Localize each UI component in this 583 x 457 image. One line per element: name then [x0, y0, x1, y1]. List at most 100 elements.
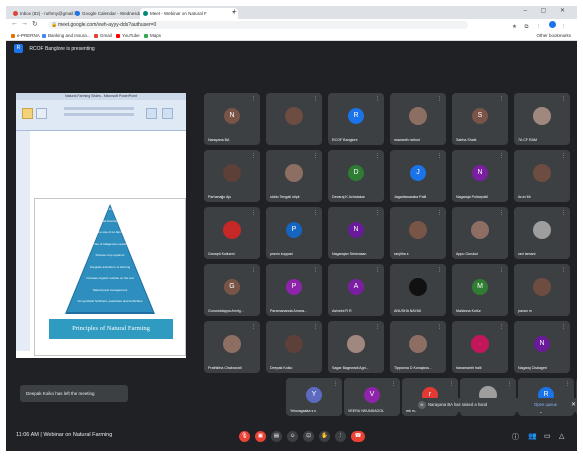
participant-tile[interactable]: ⋮ ravi lamani: [514, 207, 570, 259]
participant-tile[interactable]: ⋮ mawanth rathod: [390, 93, 446, 145]
participant-tile[interactable]: A ⋮ Ashwini R R: [328, 264, 384, 316]
youtube-icon: [116, 33, 120, 38]
participant-tile[interactable]: R ⋮ RCOF Banglore: [328, 93, 384, 145]
participant-tile[interactable]: ⋮ Ganapti Kulkarni: [204, 207, 260, 259]
participant-tile[interactable]: V ⋮ VEERU NKUNDAGOL: [344, 378, 400, 416]
close-icon[interactable]: ✕: [571, 398, 576, 412]
muted-mic-icon: ⋮: [313, 324, 318, 330]
browser-tab-gmail[interactable]: Inbox (82) - ruthmy@gmail.co ×: [10, 8, 80, 19]
people-icon[interactable]: 👥: [528, 432, 537, 440]
captions-icon[interactable]: ▤: [271, 431, 282, 442]
bookmark-banking[interactable]: Banking and Insura...: [42, 31, 91, 40]
participant-tile[interactable]: ⋮ Parhanajjo Aju: [204, 150, 260, 202]
participant-video: [471, 220, 489, 239]
participant-tile[interactable]: ⋮ Appu Gurukul: [452, 207, 508, 259]
browser-tab-meet[interactable]: Meet - Webinar on Natural F ×: [140, 8, 238, 19]
participant-video: [409, 277, 427, 296]
participant-avatar: M: [472, 278, 488, 295]
participant-tile[interactable]: P ⋮ Paramananda Amara...: [266, 264, 322, 316]
participant-avatar: N: [472, 164, 488, 181]
chat-icon[interactable]: ▭: [544, 432, 551, 440]
shapes-icon: [146, 108, 157, 119]
ppt-title-bar: Natural Farming Slides - Microsoft Power…: [16, 93, 186, 100]
window-controls[interactable]: – ▢ ✕: [524, 7, 571, 14]
muted-mic-icon: ⋮: [375, 96, 380, 102]
muted-mic-icon: ⋮: [251, 267, 256, 273]
bookmark-youtube[interactable]: YouTube: [116, 31, 140, 40]
new-tab-button[interactable]: +: [232, 7, 237, 16]
mic-off-icon[interactable]: 🎙: [239, 431, 250, 442]
pyramid-label: Microbial diversity is key: [93, 218, 127, 223]
reload-icon[interactable]: ↻: [32, 20, 38, 28]
gmail-icon: [94, 33, 98, 38]
participant-tile[interactable]: ⋮: [266, 93, 322, 145]
info-icon[interactable]: ⓘ: [512, 432, 519, 442]
new-slide-icon: [36, 108, 47, 119]
slide-title: Principles of Natural Farming: [49, 319, 173, 339]
participant-tile[interactable]: ⋮ ranjitha s: [390, 207, 446, 259]
emoji-icon[interactable]: ☺: [287, 431, 298, 442]
forward-icon[interactable]: →: [21, 20, 28, 27]
participant-tile[interactable]: ⋮ Sagar Bagewadi Agri...: [328, 321, 384, 373]
participant-tile[interactable]: N ⋮ Nagarajan Srinivasan: [328, 207, 384, 259]
participant-video: [285, 106, 303, 125]
participant-tile[interactable]: ⋮ hanamanth halli: [452, 321, 508, 373]
slides-pane: [16, 131, 30, 351]
bookmark-icon: [42, 33, 46, 38]
maps-icon: [144, 33, 148, 38]
participant-tile[interactable]: ⋮ Prathibha Chakravati: [204, 321, 260, 373]
participant-name: siddu Tengali otipk: [270, 195, 300, 199]
muted-mic-icon: ⋮: [251, 210, 256, 216]
participant-name: Devaraj K Achatakar: [332, 195, 365, 199]
muted-mic-icon: ⋮: [437, 210, 442, 216]
participant-name: Gurusiddappa Amrig...: [208, 309, 244, 313]
end-call-icon[interactable]: ☎: [351, 431, 365, 442]
participant-name: Parhanajjo Aju: [208, 195, 232, 199]
participant-tile[interactable]: ⋮ Deepak Koiko: [266, 321, 322, 373]
participant-tile[interactable]: G ⋮ Gurusiddappa Amrig...: [204, 264, 260, 316]
browser-tab-calendar[interactable]: Google Calendar - Wednesda ×: [72, 8, 148, 19]
profile-avatar[interactable]: [548, 21, 556, 28]
pyramid-label: Integrate animals in to farming: [89, 264, 131, 269]
open-queue-button[interactable]: Open queue: [534, 398, 557, 412]
muted-mic-icon: ⋮: [561, 210, 566, 216]
muted-mic-icon: ⋮: [565, 381, 570, 387]
participant-tile[interactable]: N ⋮ Narayana BA: [204, 93, 260, 145]
participant-tile[interactable]: S ⋮ Sabha Shaik: [452, 93, 508, 145]
raise-hand-icon[interactable]: ✋: [319, 431, 330, 442]
participant-tile[interactable]: P ⋮ pravin koppad: [266, 207, 322, 259]
participant-name: hanamanth halli: [456, 366, 482, 370]
participant-tile[interactable]: M ⋮ Mallanna Kollur: [452, 264, 508, 316]
participant-name: Nagarajan Srinivasan: [332, 252, 367, 256]
activities-icon[interactable]: △: [559, 432, 564, 440]
camera-off-icon[interactable]: ▣: [255, 431, 266, 442]
participant-tile[interactable]: D ⋮ Devaraj K Achatakar: [328, 150, 384, 202]
back-icon[interactable]: ←: [11, 20, 18, 27]
bookmark-gmail[interactable]: Gmail: [94, 31, 112, 40]
muted-mic-icon: ⋮: [499, 96, 504, 102]
participant-tile[interactable]: ⋮ pavan m: [514, 264, 570, 316]
muted-mic-icon: ⋮: [375, 324, 380, 330]
participant-name: Appu Gurukul: [456, 252, 478, 256]
participant-tile[interactable]: N ⋮ Nagaraj Chalageri: [514, 321, 570, 373]
participant-tile[interactable]: N ⋮ Nagaraja Policepatil: [452, 150, 508, 202]
participant-tile[interactable]: J ⋮ Jagadiswaraba Patil: [390, 150, 446, 202]
participant-tile[interactable]: ⋮ siddu Tengali otipk: [266, 150, 322, 202]
participant-name: Narayana BA: [208, 138, 230, 142]
bookmark-maps[interactable]: Maps: [144, 31, 161, 40]
muted-mic-icon: ⋮: [499, 210, 504, 216]
other-bookmarks[interactable]: Other bookmarks: [536, 31, 571, 40]
extension-icons[interactable]: ★ ⧉ ⋮ ⋮: [512, 21, 569, 31]
participant-name: Mallanna Kollur: [456, 309, 481, 313]
ppt-ribbon: [16, 100, 186, 131]
participant-tile[interactable]: Y ⋮ Yeluvagaaka s n: [286, 378, 342, 416]
participant-tile[interactable]: ⋮ ANUSHA NAYAK: [390, 264, 446, 316]
more-options-icon[interactable]: ⋮: [335, 431, 346, 442]
address-bar[interactable]: 🔒 meet.google.com/vwh-ayyy-dds?authuser=…: [48, 21, 468, 29]
muted-mic-icon: ⋮: [561, 153, 566, 159]
present-icon[interactable]: ⊡: [303, 431, 314, 442]
participant-tile[interactable]: ⋮ Tippanna D Konajana...: [390, 321, 446, 373]
participant-tile[interactable]: ⋮ Arun Mr: [514, 150, 570, 202]
participant-tile[interactable]: ⋮ 7A CF RAM: [514, 93, 570, 145]
bookmark-eprerna[interactable]: e-PRERNA: [11, 31, 40, 40]
